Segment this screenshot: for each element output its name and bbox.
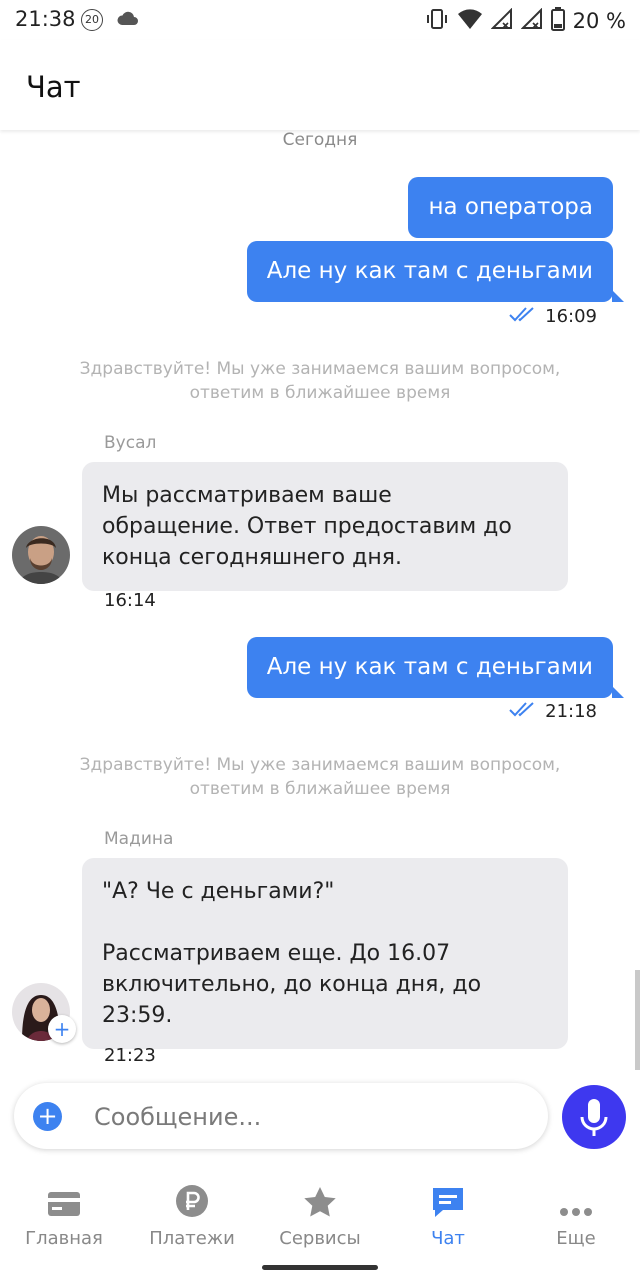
tab-label: Еще bbox=[556, 1228, 596, 1249]
incoming-message[interactable]: "А? Че с деньгами?" Рассматриваем еще. Д… bbox=[82, 858, 568, 1049]
scrollbar[interactable] bbox=[635, 970, 640, 1070]
attach-plus-icon[interactable]: + bbox=[33, 1102, 62, 1131]
tab-payments[interactable]: Платежи bbox=[128, 1170, 256, 1249]
notification-badge-icon: 20 bbox=[81, 9, 103, 31]
add-contact-icon[interactable]: + bbox=[48, 1015, 76, 1043]
battery-percent: 20 % bbox=[572, 9, 626, 33]
tab-label: Сервисы bbox=[279, 1228, 361, 1249]
double-check-icon bbox=[509, 306, 537, 327]
mic-icon bbox=[580, 1099, 608, 1136]
tab-home[interactable]: Главная bbox=[0, 1170, 128, 1249]
tab-services[interactable]: Сервисы bbox=[256, 1170, 384, 1249]
message-input[interactable] bbox=[92, 1099, 516, 1135]
star-icon bbox=[256, 1178, 384, 1218]
chat-thread[interactable]: Сегодня на оператора Але ну как там с де… bbox=[0, 130, 640, 1075]
ruble-icon bbox=[128, 1178, 256, 1218]
page-title: Чат bbox=[26, 70, 81, 104]
status-bar: 21:38 20 20 % bbox=[0, 0, 640, 40]
signal-icon bbox=[490, 7, 513, 34]
app-bar: Чат bbox=[0, 40, 640, 130]
mic-button[interactable] bbox=[562, 1085, 626, 1149]
tab-label: Чат bbox=[431, 1228, 465, 1249]
incoming-message[interactable]: Мы рассматриваем ваше обращение. Ответ п… bbox=[82, 462, 568, 591]
message-meta: 16:09 bbox=[509, 306, 597, 327]
tab-chat[interactable]: Чат bbox=[384, 1170, 512, 1249]
bubble-tail bbox=[612, 290, 624, 302]
cloud-icon bbox=[116, 9, 140, 31]
vibrate-icon bbox=[425, 8, 449, 34]
chat-icon bbox=[384, 1178, 512, 1218]
date-separator: Сегодня bbox=[282, 130, 358, 150]
sender-name: Мадина bbox=[104, 829, 174, 849]
card-icon bbox=[0, 1178, 128, 1218]
system-message: Здравствуйте! Мы уже занимаемся вашим во… bbox=[79, 359, 561, 403]
system-message: Здравствуйте! Мы уже занимаемся вашим во… bbox=[79, 755, 561, 799]
message-time: 16:14 bbox=[104, 590, 156, 611]
bubble-tail bbox=[612, 686, 624, 698]
message-meta: 21:18 bbox=[509, 701, 597, 722]
message-composer: + bbox=[14, 1083, 548, 1149]
more-icon bbox=[512, 1178, 640, 1218]
outgoing-message[interactable]: на оператора bbox=[408, 177, 613, 238]
outgoing-message[interactable]: Але ну как там с деньгами bbox=[246, 637, 613, 698]
tab-label: Платежи bbox=[149, 1228, 235, 1249]
wifi-icon bbox=[457, 8, 483, 34]
bottom-navigation: Главная Платежи Сервисы Чат Еще bbox=[0, 1170, 640, 1280]
signal-icon-2 bbox=[520, 7, 543, 34]
sender-name: Вусал bbox=[104, 433, 157, 453]
tab-more[interactable]: Еще bbox=[512, 1170, 640, 1249]
battery-icon bbox=[550, 7, 565, 35]
message-time: 16:09 bbox=[545, 306, 597, 327]
tab-label: Главная bbox=[25, 1228, 103, 1249]
status-time: 21:38 bbox=[15, 7, 76, 31]
message-time: 21:18 bbox=[545, 701, 597, 722]
avatar[interactable] bbox=[12, 526, 70, 584]
message-time: 21:23 bbox=[104, 1045, 156, 1066]
double-check-icon bbox=[509, 701, 537, 722]
home-indicator[interactable] bbox=[262, 1265, 378, 1270]
outgoing-message[interactable]: Але ну как там с деньгами bbox=[246, 241, 613, 302]
